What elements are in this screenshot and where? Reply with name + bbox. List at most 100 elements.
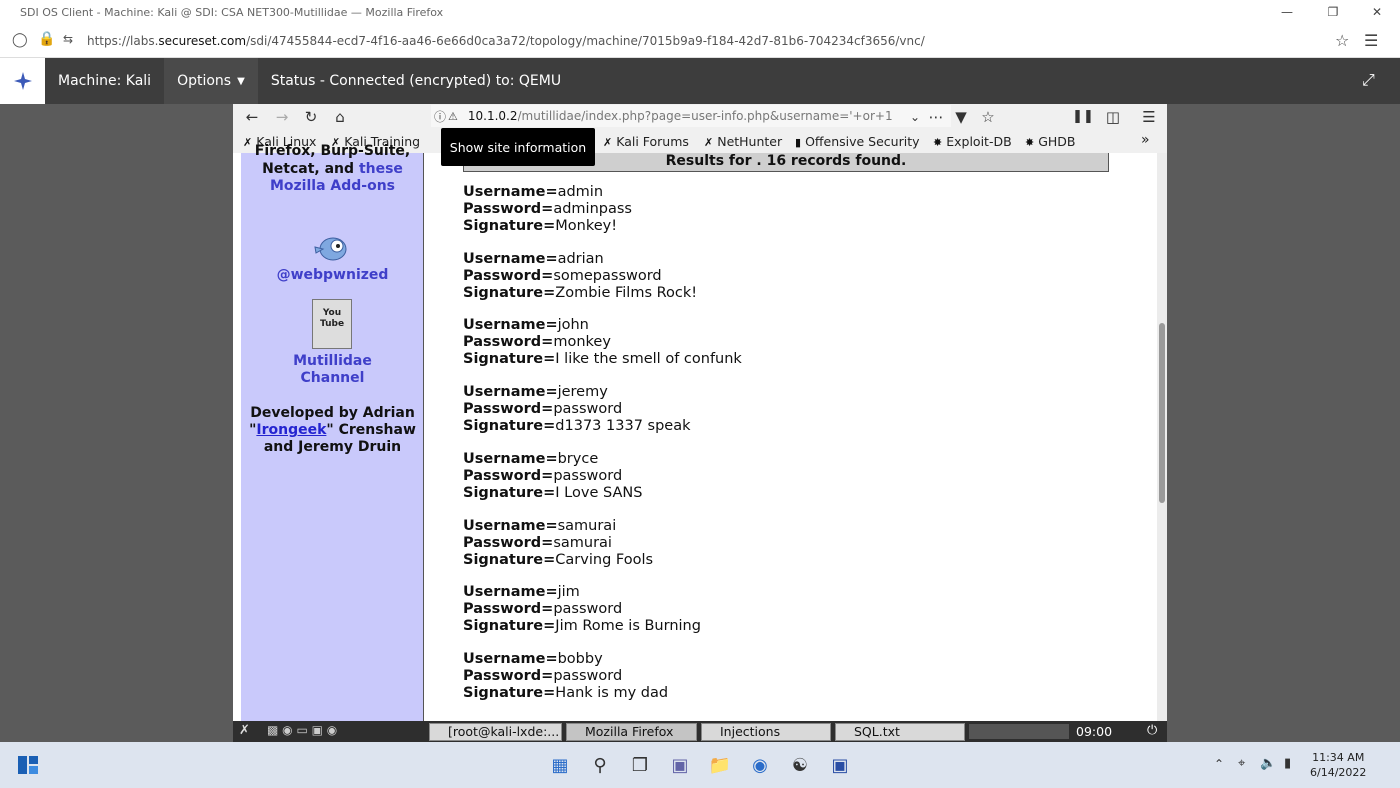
signature-value: Jim Rome is Burning xyxy=(555,618,701,635)
bookmark-nethunter[interactable]: ✗ NetHunter xyxy=(704,134,782,149)
mutillidae-channel-link[interactable]: Mutillidae xyxy=(293,353,372,369)
sdi-logo-icon[interactable] xyxy=(0,58,45,104)
back-icon[interactable]: ← xyxy=(238,104,266,129)
remote-desktop[interactable]: ← → ↻ ⌂ ⓘ ⚠ 10.1.0.2 /mutillidae/index.p… xyxy=(233,104,1167,742)
forward-icon[interactable]: → xyxy=(268,104,296,129)
wifi-icon[interactable]: ⌖ xyxy=(1238,756,1245,771)
system-clock[interactable]: 11:34 AM 6/14/2022 xyxy=(1310,750,1366,780)
signature-label: Signature= xyxy=(463,684,556,701)
task-label: SQL.txt xyxy=(854,724,900,739)
reload-icon[interactable]: ↻ xyxy=(297,104,325,129)
site-info-icon[interactable]: ⓘ xyxy=(434,108,446,125)
channel-link[interactable]: Channel xyxy=(301,370,365,386)
twitter-bird-icon[interactable] xyxy=(311,231,355,265)
sidebar-toggle-icon[interactable]: ◫ xyxy=(1099,104,1127,129)
record-username-line: Username=admin xyxy=(463,184,603,201)
bug-icon: ✸ xyxy=(933,136,943,149)
kali-dragon-icon: ✗ xyxy=(603,136,613,149)
bookmark-kali-forums[interactable]: ✗ Kali Forums xyxy=(603,134,689,149)
close-button[interactable]: ✕ xyxy=(1354,0,1400,24)
menu-icon[interactable]: ☰ xyxy=(1364,31,1378,50)
minimize-button[interactable]: — xyxy=(1264,0,1310,24)
record-password-line: Password=samurai xyxy=(463,535,612,552)
more-actions-icon[interactable]: ⋯ xyxy=(922,104,950,129)
task-firefox[interactable]: Mozilla Firefox xyxy=(566,723,697,741)
record-username-line: Username=adrian xyxy=(463,251,604,268)
tray-chevron-icon[interactable]: ⌃ xyxy=(1214,757,1224,771)
signature-value: Carving Fools xyxy=(555,551,654,568)
battery-icon[interactable]: ▮ xyxy=(1284,756,1291,771)
signature-value: d1373 1337 speak xyxy=(555,418,691,435)
record-username-line: Username=john xyxy=(463,317,589,334)
app-icon[interactable]: ☯ xyxy=(789,754,811,776)
record-signature-line: Signature=Monkey! xyxy=(463,218,617,235)
these-link[interactable]: these xyxy=(359,161,403,177)
twitter-link[interactable]: @webpwnized xyxy=(277,267,389,283)
star-icon[interactable]: ☆ xyxy=(974,104,1002,129)
signature-value: Monkey! xyxy=(555,218,618,234)
record-username-line: Username=jim xyxy=(463,584,580,601)
fullscreen-icon[interactable]: ⤢ xyxy=(1362,70,1375,90)
home-icon[interactable]: ⌂ xyxy=(326,104,354,129)
username-label: Username= xyxy=(463,317,558,334)
launcher-icons[interactable]: ▩ ◉ ▭ ▣ ◉ xyxy=(267,723,337,737)
pocket-icon[interactable]: ▼ xyxy=(947,104,975,129)
host-url-bar: ◯ 🔒 ⇆ https://labs.secureset.com/sdi/474… xyxy=(0,24,1400,58)
task-sql-txt[interactable]: SQL.txt xyxy=(835,723,965,741)
record-password-line: Password=monkey xyxy=(463,334,611,351)
task-injections[interactable]: Injections xyxy=(701,723,831,741)
bookmark-exploit-db[interactable]: ✸ Exploit-DB xyxy=(933,134,1012,149)
clock-time: 11:34 AM xyxy=(1312,751,1365,764)
options-menu[interactable]: Options ▼ xyxy=(164,58,258,104)
password-label: Password= xyxy=(463,667,554,684)
edge-browser-icon[interactable]: ◉ xyxy=(749,754,771,776)
password-value: monkey xyxy=(553,334,611,351)
irongeek-link[interactable]: Irongeek xyxy=(256,422,326,438)
volume-icon[interactable]: 🔈 xyxy=(1260,756,1276,771)
lock-icon[interactable]: 🔒 xyxy=(38,31,55,47)
signature-label: Signature= xyxy=(463,551,556,568)
permissions-icon[interactable]: ⇆ xyxy=(63,32,73,46)
scrollbar-thumb[interactable] xyxy=(1159,323,1165,503)
task-terminal[interactable]: [root@kali-lxde:... xyxy=(429,723,562,741)
power-icon[interactable]: ⏻ xyxy=(1147,723,1157,738)
task-view-icon[interactable]: ❐ xyxy=(629,754,651,776)
site-info-tooltip: Show site information xyxy=(441,128,595,166)
shield-icon[interactable]: ◯ xyxy=(12,32,28,48)
windows-start-icon[interactable]: ▦ xyxy=(549,754,571,776)
hamburger-menu-icon[interactable]: ☰ xyxy=(1135,104,1163,129)
vertical-scrollbar[interactable] xyxy=(1157,153,1167,723)
search-icon[interactable]: ⚲ xyxy=(589,754,611,776)
kali-menu-icon[interactable]: ✗ xyxy=(239,723,250,738)
password-value: adminpass xyxy=(553,201,632,217)
mozilla-addons-link[interactable]: Mozilla Add-ons xyxy=(270,178,395,194)
overflow-chevron-icon[interactable]: » xyxy=(1141,132,1150,148)
password-value: password xyxy=(553,401,623,418)
restore-button[interactable]: ❐ xyxy=(1310,0,1356,24)
widgets-icon[interactable] xyxy=(17,754,39,776)
bookmark-ghdb[interactable]: ✸ GHDB xyxy=(1025,134,1076,149)
task-label: Injections xyxy=(720,724,781,739)
bookmark-star-icon[interactable]: ☆ xyxy=(1335,31,1349,50)
password-label: Password= xyxy=(463,467,554,484)
record-password-line: Password=password xyxy=(463,401,622,418)
offsec-icon: ▮ xyxy=(795,136,802,149)
signature-value: I Love SANS xyxy=(555,484,643,501)
remote-url-field[interactable]: ⓘ ⚠ 10.1.0.2 /mutillidae/index.php?page=… xyxy=(431,105,951,127)
file-explorer-icon[interactable]: 📁 xyxy=(709,754,731,776)
host-url-text[interactable]: https://labs.secureset.com/sdi/47455844-… xyxy=(87,34,925,48)
remote-app-icon[interactable]: ▣ xyxy=(829,754,851,776)
teams-chat-icon[interactable]: ▣ xyxy=(669,754,691,776)
password-value: somepassword xyxy=(553,267,662,284)
library-icon[interactable]: ❚❚ xyxy=(1069,104,1097,129)
sidebar-tools-text: Netcat, and xyxy=(262,161,359,177)
youtube-icon[interactable]: You Tube xyxy=(312,299,352,349)
record-password-line: Password=password xyxy=(463,468,622,485)
username-label: Username= xyxy=(463,450,558,467)
password-label: Password= xyxy=(463,534,554,551)
task-label: Mozilla Firefox xyxy=(585,724,674,739)
bookmark-offensive-security[interactable]: ▮ Offensive Security xyxy=(795,134,920,149)
record-username-line: Username=jeremy xyxy=(463,384,608,401)
username-value: jim xyxy=(557,584,580,601)
signature-label: Signature= xyxy=(463,284,556,301)
